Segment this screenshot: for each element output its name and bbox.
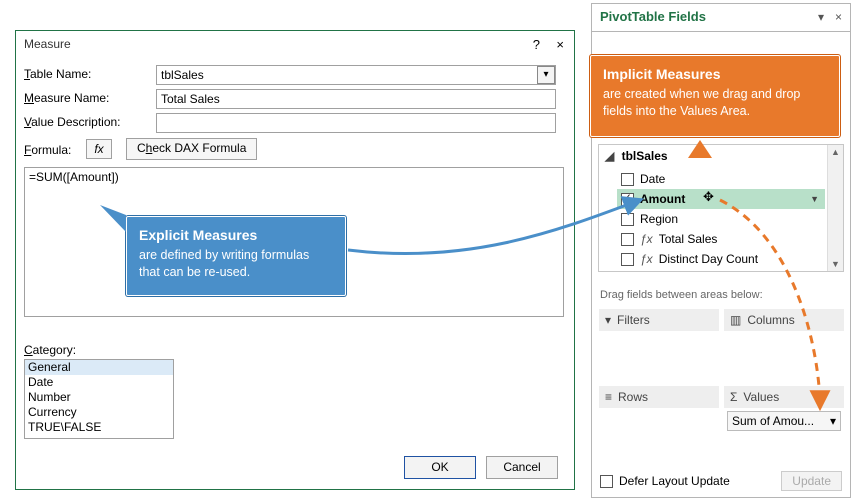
field-row-distinct-day-count[interactable]: ƒx Distinct Day Count: [617, 249, 825, 269]
checkbox-icon[interactable]: [621, 193, 634, 206]
fx-button[interactable]: fx: [86, 139, 112, 159]
help-button[interactable]: ?: [533, 37, 540, 52]
rows-icon: ≡: [605, 390, 612, 404]
chevron-down-icon[interactable]: ▾: [537, 66, 555, 84]
zone-label: Filters: [617, 313, 650, 327]
callout-explicit: Explicit Measures are defined by writing…: [126, 216, 346, 296]
zone-filters[interactable]: ▾ Filters: [599, 309, 719, 373]
value-item[interactable]: Sum of Amou... ▾: [727, 411, 841, 431]
tablename-combo[interactable]: tblSales ▾: [156, 65, 556, 85]
callout-title: Implicit Measures: [603, 66, 827, 82]
measurename-label: Measure Name:: [24, 91, 109, 105]
field-row-amount[interactable]: Amount ▼: [617, 189, 825, 209]
scroll-down-icon[interactable]: ▼: [831, 259, 840, 269]
zone-label: Columns: [747, 313, 794, 327]
checkbox-icon[interactable]: [621, 253, 634, 266]
list-item[interactable]: Date: [25, 375, 173, 390]
field-table-node[interactable]: ◢ tblSales: [605, 149, 668, 163]
defer-label: Defer Layout Update: [619, 474, 730, 488]
field-row-date[interactable]: Date: [617, 169, 825, 189]
field-label: Total Sales: [659, 232, 718, 246]
tablename-label: Table Name:: [24, 67, 91, 81]
scroll-up-icon[interactable]: ▲: [831, 147, 840, 157]
chevron-down-icon[interactable]: ▼: [810, 194, 819, 204]
pane-title: PivotTable Fields: [600, 9, 706, 24]
zone-values[interactable]: Σ Values Sum of Amou... ▾: [724, 386, 844, 450]
tablename-value: tblSales: [161, 68, 204, 82]
callout-body: are defined by writing formulas that can…: [139, 247, 333, 281]
callout-implicit: Implicit Measures are created when we dr…: [590, 55, 840, 137]
defer-layout-row[interactable]: Defer Layout Update: [600, 474, 730, 488]
drag-hint: Drag fields between areas below:: [600, 289, 763, 301]
zone-rows[interactable]: ≡ Rows: [599, 386, 719, 450]
field-table-label: tblSales: [622, 149, 668, 163]
checkbox-icon[interactable]: [600, 475, 613, 488]
dialog-title: Measure: [24, 37, 71, 51]
callout-body: are created when we drag and drop fields…: [603, 86, 827, 120]
pane-close-icon[interactable]: ×: [835, 10, 842, 24]
scrollbar[interactable]: ▲ ▼: [827, 145, 843, 271]
value-item-label: Sum of Amou...: [732, 414, 814, 428]
update-button: Update: [781, 471, 842, 491]
pane-menu-icon[interactable]: ▾: [818, 10, 824, 24]
ok-button[interactable]: OK: [404, 456, 476, 479]
check-dax-button[interactable]: Check DAX Formula: [126, 138, 257, 160]
field-label: Distinct Day Count: [659, 252, 758, 266]
field-row-region[interactable]: Region: [617, 209, 825, 229]
checkbox-icon[interactable]: [621, 173, 634, 186]
funnel-icon: ▾: [605, 313, 611, 327]
field-label: Region: [640, 212, 678, 226]
chevron-down-icon[interactable]: ▾: [830, 414, 836, 428]
category-label: Category:: [24, 343, 76, 357]
list-item[interactable]: TRUE\FALSE: [25, 420, 173, 435]
checkbox-icon[interactable]: [621, 233, 634, 246]
fx-icon: ƒx: [640, 252, 653, 266]
field-label: Amount: [640, 192, 685, 206]
field-row-total-sales[interactable]: ƒx Total Sales: [617, 229, 825, 249]
list-item[interactable]: General: [25, 360, 173, 375]
formula-label: Formula:: [24, 143, 71, 157]
pane-header: PivotTable Fields ▾ ×: [592, 4, 850, 32]
columns-icon: ▥: [730, 313, 741, 327]
collapse-triangle-icon[interactable]: ◢: [605, 149, 614, 163]
measurename-input[interactable]: [156, 89, 556, 109]
close-button[interactable]: ×: [556, 37, 564, 52]
sigma-icon: Σ: [730, 390, 737, 404]
checkbox-icon[interactable]: [621, 213, 634, 226]
list-item[interactable]: Number: [25, 390, 173, 405]
zone-label: Values: [743, 390, 779, 404]
field-label: Date: [640, 172, 665, 186]
cancel-button[interactable]: Cancel: [486, 456, 558, 479]
list-item[interactable]: Currency: [25, 405, 173, 420]
formula-text: =SUM([Amount]): [29, 170, 119, 184]
valuedesc-input[interactable]: [156, 113, 556, 133]
category-list[interactable]: General Date Number Currency TRUE\FALSE: [24, 359, 174, 439]
zone-label: Rows: [618, 390, 648, 404]
callout-title: Explicit Measures: [139, 227, 333, 243]
zone-columns[interactable]: ▥ Columns: [724, 309, 844, 373]
field-list: ◢ tblSales Date Amount ▼ Region ƒx Total…: [598, 144, 844, 272]
valuedesc-label: Value Description:: [24, 115, 121, 129]
fx-icon: ƒx: [640, 232, 653, 246]
